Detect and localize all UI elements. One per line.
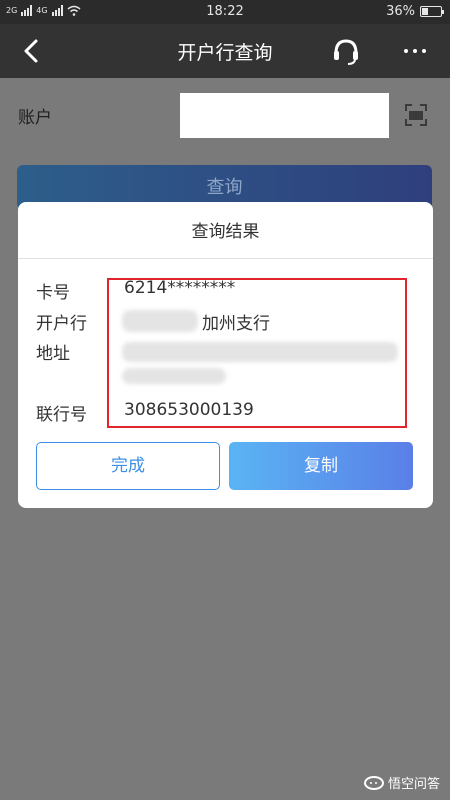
- dialog-divider: [18, 258, 433, 259]
- battery-percent: 36%: [386, 4, 415, 19]
- address-label: 地址: [36, 344, 70, 364]
- watermark: 悟空问答: [363, 773, 440, 792]
- page-title: 开户行查询: [177, 42, 273, 64]
- dialog-title: 查询结果: [191, 222, 260, 242]
- copy-button[interactable]: 复制: [229, 442, 413, 490]
- battery-status: 36%: [386, 4, 444, 19]
- wukong-logo-icon: [363, 775, 384, 790]
- nav-bar: 开户行查询: [0, 24, 450, 78]
- scan-card-icon[interactable]: [404, 103, 428, 127]
- result-dialog: 查询结果 卡号 6214******** 开户行 加州支行 地址 联行号 308…: [18, 202, 433, 508]
- customer-service-headset-icon[interactable]: [329, 34, 363, 68]
- clock: 18:22: [206, 4, 244, 19]
- highlight-box: [107, 278, 407, 428]
- card-number-label: 卡号: [36, 283, 70, 303]
- bank-code-label: 联行号: [36, 405, 87, 425]
- account-input[interactable]: [180, 93, 389, 138]
- status-bar: 2G 4G 18:22 36%: [0, 0, 450, 24]
- bank-branch-label: 开户行: [36, 314, 87, 334]
- done-button[interactable]: 完成: [36, 442, 220, 490]
- battery-icon: [420, 6, 444, 17]
- more-options-icon[interactable]: [398, 38, 432, 64]
- account-label: 账户: [18, 108, 52, 128]
- watermark-text: 悟空问答: [387, 777, 440, 792]
